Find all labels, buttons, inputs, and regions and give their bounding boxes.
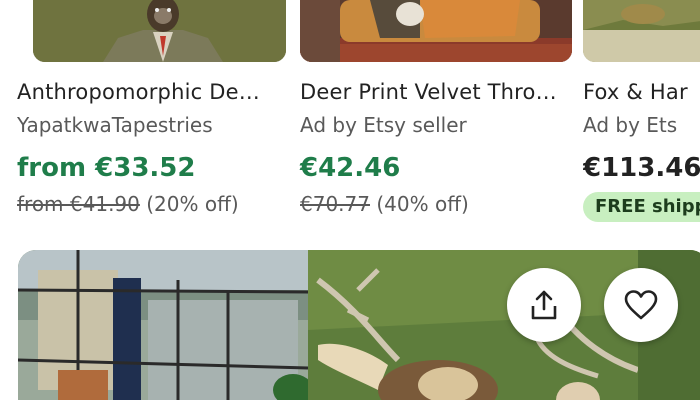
listing-title[interactable]: Deer Print Velvet Thro…: [300, 80, 557, 104]
listing-title[interactable]: Fox & Har: [583, 80, 688, 104]
listing-thumbnail[interactable]: [300, 0, 572, 62]
ad-label[interactable]: Ad by Etsy seller: [300, 113, 467, 137]
listing-thumbnail[interactable]: [583, 0, 700, 62]
ad-label[interactable]: Ad by Ets: [583, 113, 677, 137]
original-price: from €41.90: [17, 192, 140, 216]
share-icon: [531, 290, 557, 320]
listing-card[interactable]: Anthropomorphic De… YapatkwaTapestries f…: [17, 0, 287, 230]
listing-card[interactable]: Deer Print Velvet Thro… Ad by Etsy selle…: [300, 0, 572, 230]
original-price-row: from €41.90 (20% off): [17, 192, 239, 216]
listing-image[interactable]: [18, 250, 700, 400]
listing-title[interactable]: Anthropomorphic De…: [17, 80, 260, 104]
price: €113.46: [583, 153, 700, 183]
heart-icon: [624, 290, 658, 320]
original-price: €70.77: [300, 192, 370, 216]
listing-card[interactable]: Fox & Har Ad by Ets €113.46 FREE shipp: [583, 0, 700, 230]
discount-label: (40% off): [376, 192, 469, 216]
sale-price: €42.46: [300, 153, 401, 183]
original-price-row: €70.77 (40% off): [300, 192, 469, 216]
discount-label: (20% off): [146, 192, 239, 216]
free-shipping-badge: FREE shipp: [583, 192, 700, 222]
shop-name[interactable]: YapatkwaTapestries: [17, 113, 213, 137]
search-results-page: Anthropomorphic De… YapatkwaTapestries f…: [0, 0, 700, 400]
sale-price: from €33.52: [17, 153, 196, 183]
share-button[interactable]: [507, 268, 581, 342]
favorite-button[interactable]: [604, 268, 678, 342]
listing-thumbnail[interactable]: [33, 0, 286, 62]
